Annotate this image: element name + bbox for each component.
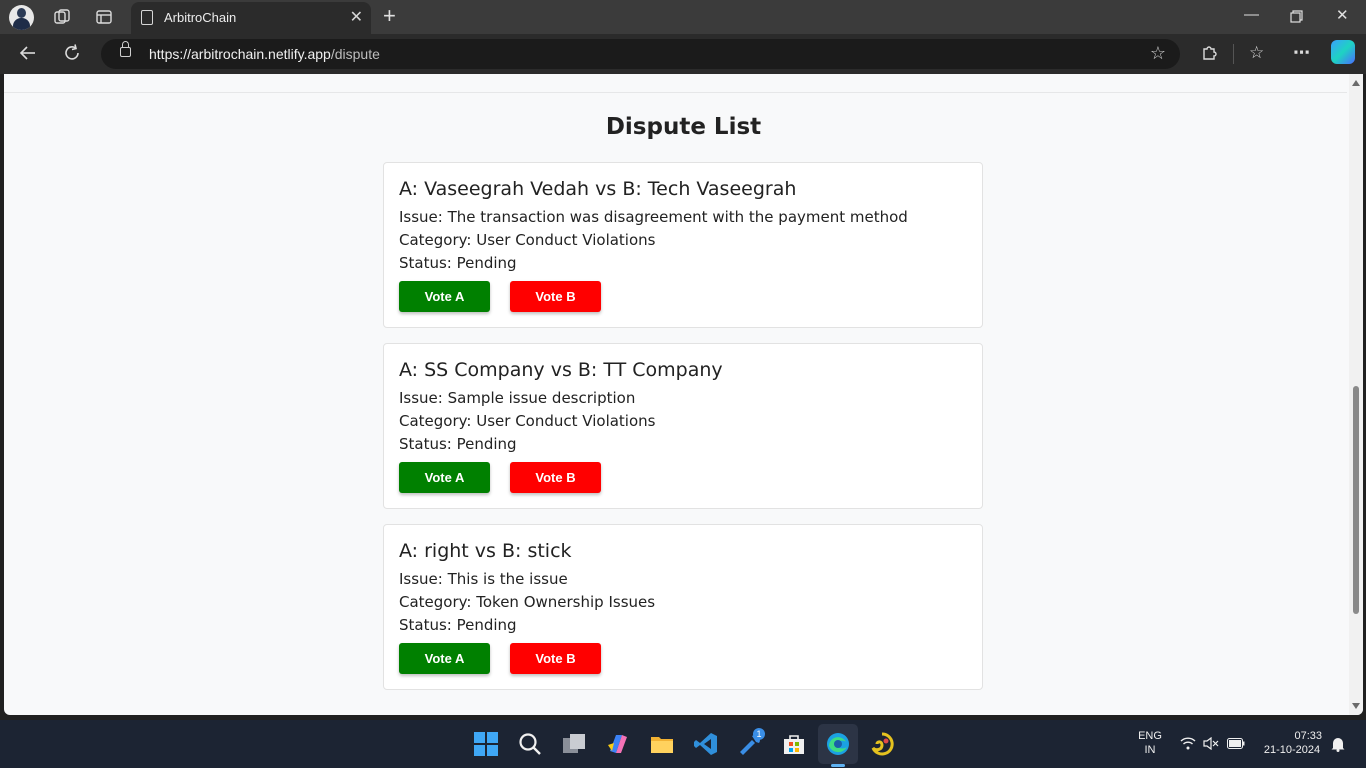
dispute-category: Category: User Conduct Violations <box>399 231 656 249</box>
page-title: Dispute List <box>605 114 762 140</box>
battery-icon[interactable] <box>1227 738 1245 749</box>
clock-time: 07:33 <box>1294 730 1322 742</box>
scroll-down-icon[interactable] <box>1352 703 1360 709</box>
dispute-parties: A: SS Company vs B: TT Company <box>399 359 723 381</box>
dispute-parties: A: right vs B: stick <box>399 540 572 562</box>
dispute-card: A: SS Company vs B: TT Company Issue: Sa… <box>383 343 983 509</box>
dispute-status: Status: Pending <box>399 616 517 634</box>
vote-b-button[interactable]: Vote B <box>510 462 601 493</box>
copilot-icon[interactable] <box>1331 40 1355 64</box>
page-favicon-icon <box>141 10 153 25</box>
active-app-indicator <box>831 764 845 767</box>
clock-date: 21-10-2024 <box>1263 744 1321 756</box>
url-path: /dispute <box>330 46 380 62</box>
lock-icon[interactable] <box>120 41 131 57</box>
dispute-issue: Issue: This is the issue <box>399 570 568 588</box>
tab-title: ArbitroChain <box>164 10 237 25</box>
scroll-up-icon[interactable] <box>1352 80 1360 86</box>
vote-b-button[interactable]: Vote B <box>510 281 601 312</box>
microsoft-store-icon[interactable] <box>781 731 807 757</box>
clock[interactable]: 07:33 21-10-2024 <box>1258 730 1326 756</box>
page-scrollbar[interactable] <box>1349 74 1363 715</box>
address-bar[interactable]: https://arbitrochain.netlify.app/dispute… <box>101 39 1180 69</box>
windows-start-icon[interactable] <box>473 731 499 757</box>
browser-tab-active[interactable]: ArbitroChain ✕ <box>131 2 371 34</box>
extensions-icon[interactable] <box>1200 43 1218 61</box>
dispute-status: Status: Pending <box>399 435 517 453</box>
restore-icon[interactable] <box>1290 10 1303 23</box>
notification-bell-icon[interactable] <box>1331 736 1345 752</box>
browser-tab-bar: ArbitroChain ✕ + — ✕ <box>0 0 1366 34</box>
search-icon[interactable] <box>517 731 543 757</box>
edge-browser-icon[interactable] <box>825 731 851 757</box>
region-code: IN <box>1144 744 1156 756</box>
url-text: https://arbitrochain.netlify.app/dispute <box>149 46 380 62</box>
favorite-star-icon[interactable]: ☆ <box>1150 43 1166 64</box>
dispute-category: Category: User Conduct Violations <box>399 412 656 430</box>
dispute-status: Status: Pending <box>399 254 517 272</box>
vote-a-button[interactable]: Vote A <box>399 643 490 674</box>
tab-actions-icon[interactable] <box>95 8 113 26</box>
refresh-icon[interactable] <box>62 43 82 63</box>
profile-avatar[interactable] <box>9 5 34 30</box>
minimize-icon[interactable]: — <box>1244 6 1259 23</box>
dispute-category: Category: Token Ownership Issues <box>399 593 656 611</box>
close-window-icon[interactable]: ✕ <box>1336 6 1349 24</box>
language-code: ENG <box>1138 730 1162 742</box>
dispute-issue: Issue: The transaction was disagreement … <box>399 208 908 226</box>
dispute-parties: A: Vaseegrah Vedah vs B: Tech Vaseegrah <box>399 178 797 200</box>
chameleon-app-icon[interactable] <box>869 731 895 757</box>
notification-badge: 1 <box>753 728 765 740</box>
avatar-body <box>13 18 30 30</box>
language-indicator[interactable]: ENG IN <box>1135 730 1165 756</box>
scrollbar-thumb[interactable] <box>1353 386 1359 614</box>
task-view-icon[interactable] <box>561 731 587 757</box>
file-explorer-icon[interactable] <box>649 731 675 757</box>
vscode-icon[interactable] <box>693 731 719 757</box>
avatar-head <box>17 8 26 18</box>
dispute-issue: Issue: Sample issue description <box>399 389 636 407</box>
copilot-app-icon[interactable] <box>605 731 631 757</box>
header-divider <box>4 92 1347 93</box>
windows-taskbar: 1 ENG IN 07:33 21-10-2024 <box>0 720 1366 768</box>
new-tab-icon[interactable]: + <box>383 3 396 29</box>
vote-a-button[interactable]: Vote A <box>399 281 490 312</box>
url-domain: https://arbitrochain.netlify.app <box>149 46 331 62</box>
vote-a-button[interactable]: Vote A <box>399 462 490 493</box>
back-arrow-icon[interactable] <box>18 43 38 63</box>
more-menu-icon[interactable]: ⋯ <box>1293 43 1310 63</box>
volume-muted-icon[interactable] <box>1203 737 1219 750</box>
wifi-icon[interactable] <box>1180 737 1196 750</box>
toolbar-divider <box>1233 44 1234 64</box>
workspaces-icon[interactable] <box>53 8 71 26</box>
dispute-card: A: Vaseegrah Vedah vs B: Tech Vaseegrah … <box>383 162 983 328</box>
dispute-card: A: right vs B: stick Issue: This is the … <box>383 524 983 690</box>
browser-toolbar: https://arbitrochain.netlify.app/dispute… <box>0 34 1366 74</box>
page-viewport: Dispute List A: Vaseegrah Vedah vs B: Te… <box>4 74 1363 715</box>
favorites-icon[interactable]: ☆ <box>1249 43 1264 63</box>
close-tab-icon[interactable]: ✕ <box>350 7 363 27</box>
vote-b-button[interactable]: Vote B <box>510 643 601 674</box>
